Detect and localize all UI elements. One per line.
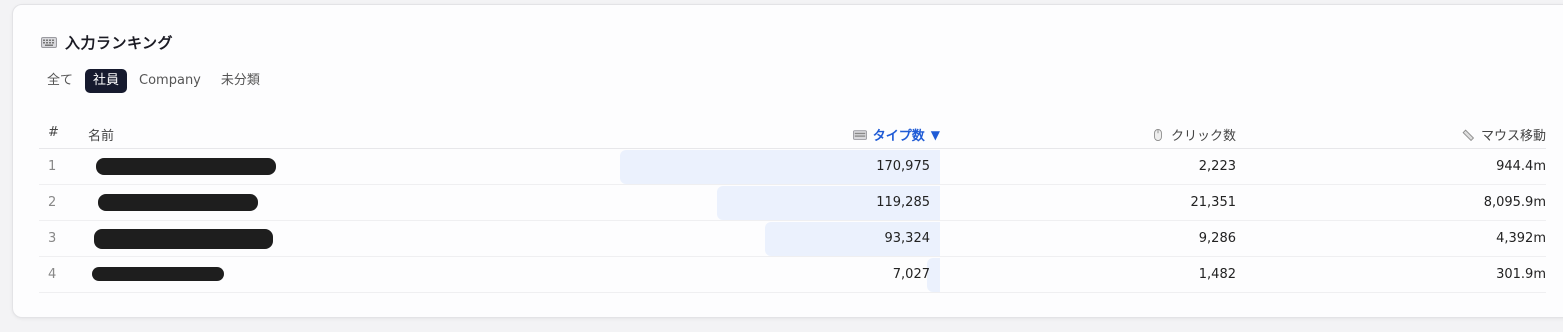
column-clicks-label: クリック数 [1170, 129, 1236, 144]
tab-company[interactable]: Company [131, 69, 209, 93]
mouse-move-cell: 944.4m [1496, 159, 1546, 174]
column-types[interactable]: タイプ数 ▼ [852, 125, 940, 144]
panel-header: 入力ランキング [41, 32, 173, 53]
mouse-move-cell: 4,392m [1496, 231, 1546, 246]
table-row[interactable]: 4 7,027 1,482 301.9m [39, 257, 1546, 293]
column-types-label: タイプ数 [872, 129, 925, 144]
rank-cell: 2 [48, 195, 57, 210]
mouse-icon [1154, 128, 1162, 141]
types-cell: 93,324 [884, 231, 931, 246]
types-cell: 119,285 [876, 195, 930, 210]
column-mouse-move-label: マウス移動 [1480, 129, 1546, 144]
redacted-name [98, 194, 258, 211]
redacted-name [96, 158, 276, 175]
table-row[interactable]: 3 93,324 9,286 4,392m [39, 221, 1546, 257]
mouse-move-cell: 301.9m [1496, 267, 1546, 282]
redacted-name [92, 267, 224, 281]
table-row[interactable]: 1 170,975 2,223 944.4m [39, 149, 1546, 185]
keyboard-icon [852, 129, 867, 140]
column-rank: # [48, 125, 59, 140]
ruler-icon [1462, 129, 1475, 141]
table-header: # 名前 タイプ数 ▼ クリック数 マウス移動 [39, 113, 1546, 149]
clicks-cell: 1,482 [1198, 267, 1236, 282]
clicks-cell: 2,223 [1198, 159, 1236, 174]
keyboard-icon [41, 37, 57, 48]
rank-cell: 4 [48, 267, 57, 282]
rank-cell: 3 [48, 231, 57, 246]
input-ranking-panel: 入力ランキング 全て 社員 Company 未分類 # 名前 タイプ数 ▼ クリ… [12, 4, 1563, 318]
mouse-move-cell: 8,095.9m [1483, 195, 1546, 210]
filter-tabs: 全て 社員 Company 未分類 [39, 69, 268, 93]
table-row[interactable]: 2 119,285 21,351 8,095.9m [39, 185, 1546, 221]
tab-all[interactable]: 全て [39, 69, 81, 93]
types-cell: 170,975 [876, 159, 930, 174]
column-mouse-move[interactable]: マウス移動 [1461, 125, 1546, 144]
tab-uncategorized[interactable]: 未分類 [213, 69, 268, 93]
ranking-table: # 名前 タイプ数 ▼ クリック数 マウス移動 1 170,975 2,223 … [39, 113, 1546, 293]
sort-desc-icon: ▼ [930, 127, 940, 142]
column-clicks[interactable]: クリック数 [1151, 125, 1236, 144]
types-cell: 7,027 [892, 267, 930, 282]
redacted-name [94, 229, 273, 249]
column-name[interactable]: 名前 [88, 125, 114, 144]
rank-cell: 1 [48, 159, 57, 174]
panel-title: 入力ランキング [65, 34, 174, 52]
tab-employees[interactable]: 社員 [85, 69, 128, 93]
clicks-cell: 21,351 [1190, 195, 1237, 210]
clicks-cell: 9,286 [1198, 231, 1236, 246]
